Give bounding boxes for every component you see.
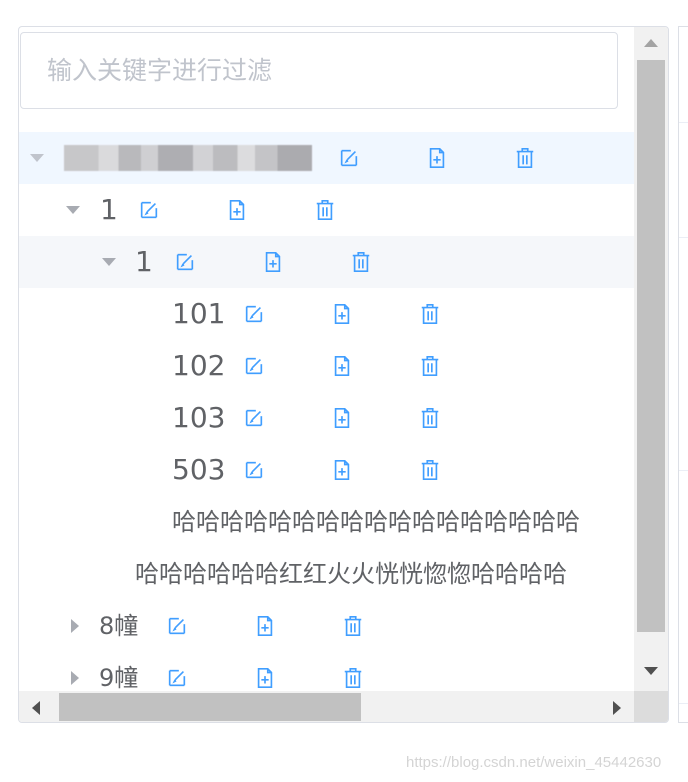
tree-node[interactable]: 8幢 bbox=[19, 600, 634, 652]
tree-node-label: 1 bbox=[135, 245, 153, 278]
delete-icon[interactable] bbox=[342, 667, 364, 689]
scroll-right-arrow-icon[interactable] bbox=[613, 701, 621, 715]
scroll-up-arrow-icon[interactable] bbox=[644, 39, 658, 47]
tree-node-label: 9幢 bbox=[99, 664, 139, 692]
edit-icon[interactable] bbox=[166, 615, 188, 637]
delete-icon[interactable] bbox=[350, 251, 372, 273]
tree-node-label: 8幢 bbox=[99, 612, 139, 640]
tree-node[interactable]: 1 bbox=[19, 184, 634, 236]
tree-panel: 1 1 101 102 103 bbox=[18, 26, 669, 723]
edit-icon[interactable] bbox=[174, 251, 196, 273]
tree-node-label: 哈哈哈哈哈哈哈哈哈哈哈哈哈哈哈哈哈 bbox=[172, 508, 580, 536]
vertical-scroll-thumb[interactable] bbox=[637, 60, 665, 632]
tree-node-label: 102 bbox=[172, 349, 226, 382]
tree-node[interactable]: 哈哈哈哈哈哈哈哈哈哈哈哈哈哈哈哈哈 bbox=[19, 496, 634, 548]
add-file-icon[interactable] bbox=[331, 355, 353, 377]
tree-node-label: 1 bbox=[100, 193, 118, 226]
tree-node-root[interactable] bbox=[19, 132, 634, 184]
tree-node[interactable]: 1 bbox=[19, 236, 634, 288]
watermark: https://blog.csdn.net/weixin_45442630 bbox=[406, 754, 662, 771]
delete-icon[interactable] bbox=[342, 615, 364, 637]
delete-icon[interactable] bbox=[314, 199, 336, 221]
horizontal-scroll-thumb[interactable] bbox=[59, 693, 361, 721]
add-file-icon[interactable] bbox=[254, 667, 276, 689]
delete-icon[interactable] bbox=[514, 147, 536, 169]
edit-icon[interactable] bbox=[243, 459, 265, 481]
tree-node-label: 101 bbox=[172, 297, 226, 330]
edit-icon[interactable] bbox=[166, 667, 188, 689]
tree-node-label: 哈哈哈哈哈哈红红火火恍恍惚惚哈哈哈哈 bbox=[135, 560, 567, 588]
tree-node[interactable]: 103 bbox=[19, 392, 634, 444]
caret-down-icon[interactable] bbox=[101, 254, 117, 270]
tree-node[interactable]: 102 bbox=[19, 340, 634, 392]
edit-icon[interactable] bbox=[243, 303, 265, 325]
caret-down-icon[interactable] bbox=[29, 150, 45, 166]
add-file-icon[interactable] bbox=[426, 147, 448, 169]
tree-node[interactable]: 101 bbox=[19, 288, 634, 340]
edit-icon[interactable] bbox=[243, 407, 265, 429]
adjacent-panel-edge bbox=[678, 26, 688, 723]
tree-node-label: 103 bbox=[172, 401, 226, 434]
scroll-down-arrow-icon[interactable] bbox=[644, 667, 658, 675]
add-file-icon[interactable] bbox=[331, 407, 353, 429]
add-file-icon[interactable] bbox=[262, 251, 284, 273]
edit-icon[interactable] bbox=[243, 355, 265, 377]
tree-node-label: 503 bbox=[172, 453, 226, 486]
add-file-icon[interactable] bbox=[254, 615, 276, 637]
tree-node[interactable]: 哈哈哈哈哈哈红红火火恍恍惚惚哈哈哈哈 bbox=[19, 548, 634, 600]
add-file-icon[interactable] bbox=[226, 199, 248, 221]
tree-node[interactable]: 503 bbox=[19, 444, 634, 496]
delete-icon[interactable] bbox=[419, 303, 441, 325]
scroll-left-arrow-icon[interactable] bbox=[32, 701, 40, 715]
redacted-label bbox=[64, 145, 312, 171]
vertical-scrollbar[interactable] bbox=[634, 27, 668, 691]
caret-right-icon[interactable] bbox=[67, 618, 83, 634]
delete-icon[interactable] bbox=[419, 459, 441, 481]
filter-search-box[interactable] bbox=[20, 32, 618, 109]
delete-icon[interactable] bbox=[419, 407, 441, 429]
caret-down-icon[interactable] bbox=[65, 202, 81, 218]
add-file-icon[interactable] bbox=[331, 303, 353, 325]
edit-icon[interactable] bbox=[138, 199, 160, 221]
caret-right-icon[interactable] bbox=[67, 670, 83, 686]
edit-icon[interactable] bbox=[338, 147, 360, 169]
add-file-icon[interactable] bbox=[331, 459, 353, 481]
tree-node[interactable]: 9幢 bbox=[19, 652, 634, 692]
scrollbar-corner bbox=[634, 691, 668, 722]
filter-input[interactable] bbox=[21, 33, 617, 108]
delete-icon[interactable] bbox=[419, 355, 441, 377]
tree-view: 1 1 101 102 103 503 哈哈哈哈哈哈哈哈哈哈哈哈哈哈哈哈哈 哈哈… bbox=[19, 132, 634, 692]
horizontal-scrollbar[interactable] bbox=[19, 691, 634, 722]
